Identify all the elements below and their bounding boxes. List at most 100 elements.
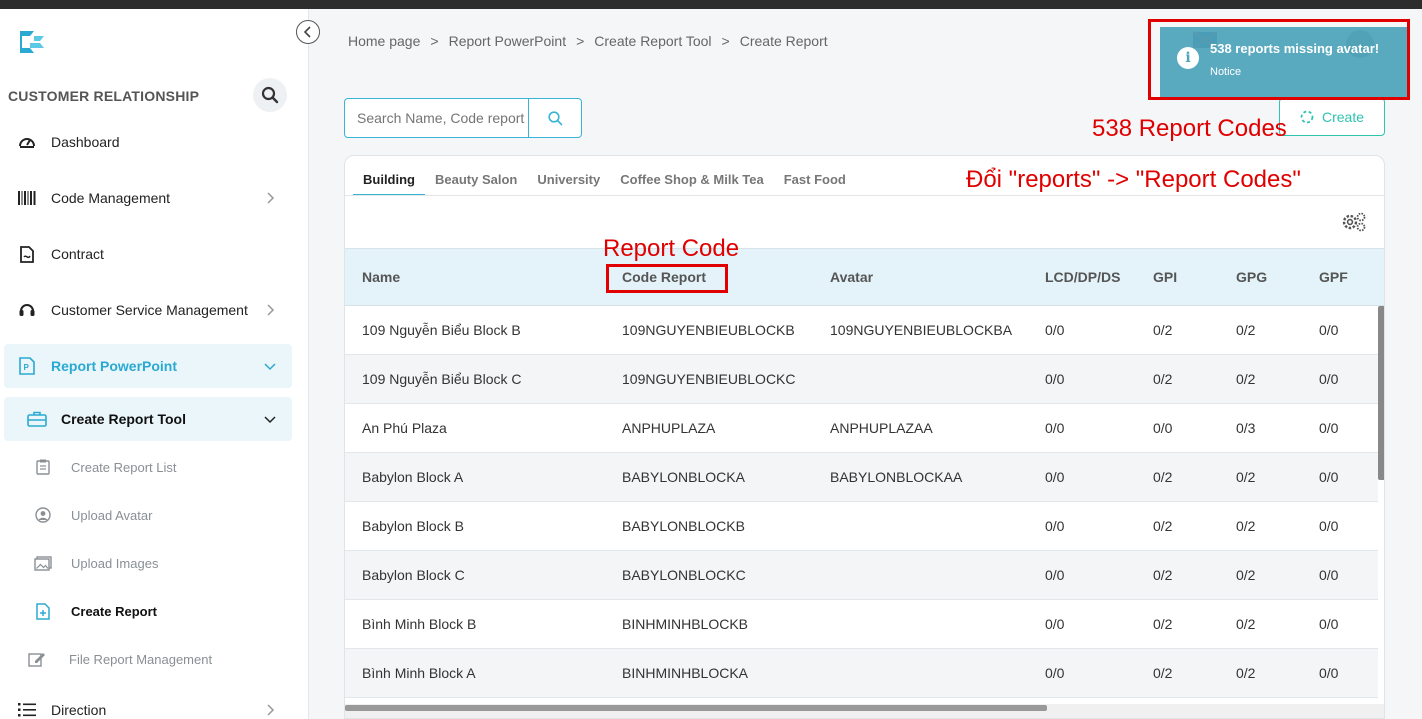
cell-lcd-dp-ds: 0/0 xyxy=(1045,518,1065,534)
annotation-column-note: Report Code xyxy=(603,235,740,262)
sidebar-item-customer-service[interactable]: Customer Service Management xyxy=(4,288,292,332)
cell-gpf: 0/0 xyxy=(1319,518,1339,534)
sidebar-item-create-report-tool[interactable]: Create Report Tool xyxy=(4,397,292,441)
column-header-gpg[interactable]: GPG xyxy=(1236,269,1267,285)
cell-gpi: 0/0 xyxy=(1153,420,1173,436)
sidebar-search-button[interactable] xyxy=(253,78,287,112)
sidebar-item-direction[interactable]: Direction xyxy=(4,688,292,719)
column-header-gpi[interactable]: GPI xyxy=(1153,269,1177,285)
images-icon xyxy=(34,554,52,572)
vertical-scrollbar[interactable] xyxy=(1378,306,1384,480)
chevron-down-icon xyxy=(264,416,276,424)
headset-icon xyxy=(16,299,38,321)
column-header-gpf[interactable]: GPF xyxy=(1319,269,1348,285)
report-panel: Building Beauty Salon University Coffee … xyxy=(344,155,1385,719)
cell-gpg: 0/2 xyxy=(1236,322,1256,338)
column-header-lcd-dp-ds[interactable]: LCD/DP/DS xyxy=(1045,269,1120,285)
table-row[interactable]: An Phú Plaza ANPHUPLAZA ANPHUPLAZAA 0/0 0/0 0… xyxy=(345,404,1378,453)
table-row[interactable]: Bình Minh Block B BINHMINHBLOCKB 0/0 0/2 0/2… xyxy=(345,600,1378,649)
search-icon xyxy=(261,86,279,104)
tab-beauty-salon[interactable]: Beauty Salon xyxy=(425,166,527,196)
search-icon xyxy=(547,110,562,125)
annotation-report-codes-count: 538 Report Codes xyxy=(1092,115,1287,142)
sidebar: CUSTOMER RELATIONSHIP Dashboard Code Man… xyxy=(0,9,309,719)
tab-fast-food[interactable]: Fast Food xyxy=(774,166,856,196)
barcode-icon xyxy=(16,187,38,209)
breadcrumb-report-powerpoint[interactable]: Report PowerPoint xyxy=(449,33,567,49)
breadcrumb-create-report-tool[interactable]: Create Report Tool xyxy=(594,33,711,49)
cell-gpg: 0/2 xyxy=(1236,665,1256,681)
breadcrumb-home[interactable]: Home page xyxy=(348,33,420,49)
category-tabs: Building Beauty Salon University Coffee … xyxy=(353,166,856,196)
cell-gpf: 0/0 xyxy=(1319,469,1339,485)
cell-gpg: 0/2 xyxy=(1236,567,1256,583)
sidebar-item-dashboard[interactable]: Dashboard xyxy=(4,120,292,164)
cell-lcd-dp-ds: 0/0 xyxy=(1045,469,1065,485)
annotation-rename-note: Đổi "reports" -> "Report Codes" xyxy=(966,166,1301,193)
tab-coffee-shop[interactable]: Coffee Shop & Milk Tea xyxy=(610,166,774,196)
chevron-right-icon xyxy=(267,304,275,316)
search-button[interactable] xyxy=(528,99,581,137)
sidebar-item-label: Contract xyxy=(51,246,104,262)
document-icon xyxy=(16,243,38,265)
sidebar-subitem-upload-images[interactable]: Upload Images xyxy=(4,545,292,581)
sidebar-subitem-create-report-list[interactable]: Create Report List xyxy=(4,449,292,485)
cell-code-report: BINHMINHBLOCKA xyxy=(622,665,749,681)
sidebar-item-report-powerpoint[interactable]: P Report PowerPoint xyxy=(4,344,292,388)
cell-name: 109 Nguyễn Biểu Block B xyxy=(362,322,521,338)
collapse-sidebar-button[interactable] xyxy=(296,20,320,44)
list-icon xyxy=(16,699,38,719)
cell-name: Bình Minh Block B xyxy=(362,616,477,632)
sidebar-subitem-label: Upload Avatar xyxy=(71,507,153,523)
sidebar-subitem-file-report-management[interactable]: File Report Management xyxy=(4,641,292,677)
cell-code-report: 109NGUYENBIEUBLOCKB xyxy=(622,322,795,338)
tab-building[interactable]: Building xyxy=(353,166,425,196)
annotation-box-code-report xyxy=(606,264,728,293)
table-row[interactable]: Babylon Block B BABYLONBLOCKB 0/0 0/2 0/2 0/0 xyxy=(345,502,1378,551)
chevron-right-icon xyxy=(267,704,275,716)
chevron-right-icon xyxy=(267,192,275,204)
loading-spinner-icon xyxy=(1300,110,1314,124)
search-box xyxy=(344,98,582,138)
search-input[interactable] xyxy=(345,99,528,137)
cell-gpi: 0/2 xyxy=(1153,616,1173,632)
table-row[interactable]: Bình Minh Block A BINHMINHBLOCKA 0/0 0/2 0/2… xyxy=(345,649,1378,698)
tab-university[interactable]: University xyxy=(527,166,610,196)
cell-avatar: ANPHUPLAZAA xyxy=(830,420,933,436)
sidebar-item-label: Create Report Tool xyxy=(61,411,186,427)
cell-code-report: BABYLONBLOCKB xyxy=(622,518,745,534)
app-logo-icon[interactable] xyxy=(16,27,48,57)
sidebar-subitem-create-report[interactable]: Create Report xyxy=(4,593,292,629)
cell-gpi: 0/2 xyxy=(1153,518,1173,534)
column-header-name[interactable]: Name xyxy=(362,269,400,285)
cell-gpf: 0/0 xyxy=(1319,567,1339,583)
horizontal-scrollbar[interactable] xyxy=(345,705,1047,711)
sidebar-subitem-upload-avatar[interactable]: Upload Avatar xyxy=(4,497,292,533)
table-row[interactable]: Babylon Block C BABYLONBLOCKC 0/0 0/2 0/2 0/0 xyxy=(345,551,1378,600)
create-button-label: Create xyxy=(1321,109,1365,125)
file-plus-icon xyxy=(34,602,52,620)
cell-code-report: BABYLONBLOCKC xyxy=(622,567,746,583)
cell-gpi: 0/2 xyxy=(1153,322,1173,338)
toolbox-icon xyxy=(26,408,48,430)
cell-gpi: 0/2 xyxy=(1153,567,1173,583)
settings-gear-icon[interactable] xyxy=(1340,210,1368,234)
cell-gpi: 0/2 xyxy=(1153,469,1173,485)
sidebar-section-title: CUSTOMER RELATIONSHIP xyxy=(8,88,200,104)
table-row[interactable]: Babylon Block A BABYLONBLOCKA BABYLONBLOCK… xyxy=(345,453,1378,502)
sidebar-item-contract[interactable]: Contract xyxy=(4,232,292,276)
sidebar-item-label: Code Management xyxy=(51,190,171,206)
create-button[interactable]: Create xyxy=(1279,98,1385,136)
chevron-down-icon xyxy=(264,363,276,371)
cell-code-report: BINHMINHBLOCKB xyxy=(622,616,749,632)
cell-gpf: 0/0 xyxy=(1319,371,1339,387)
sidebar-item-label: Report PowerPoint xyxy=(51,358,178,374)
column-header-avatar[interactable]: Avatar xyxy=(830,269,873,285)
table-row[interactable]: 109 Nguyễn Biểu Block C 109NGUYENBIEUBLOC… xyxy=(345,355,1378,404)
sidebar-item-code-management[interactable]: Code Management xyxy=(4,176,292,220)
cell-name: Babylon Block C xyxy=(362,567,465,583)
edit-icon xyxy=(28,650,46,668)
speedometer-icon xyxy=(16,131,38,153)
cell-gpg: 0/2 xyxy=(1236,518,1256,534)
table-row[interactable]: 109 Nguyễn Biểu Block B 109NGUYENBIEUBLOC… xyxy=(345,306,1378,355)
